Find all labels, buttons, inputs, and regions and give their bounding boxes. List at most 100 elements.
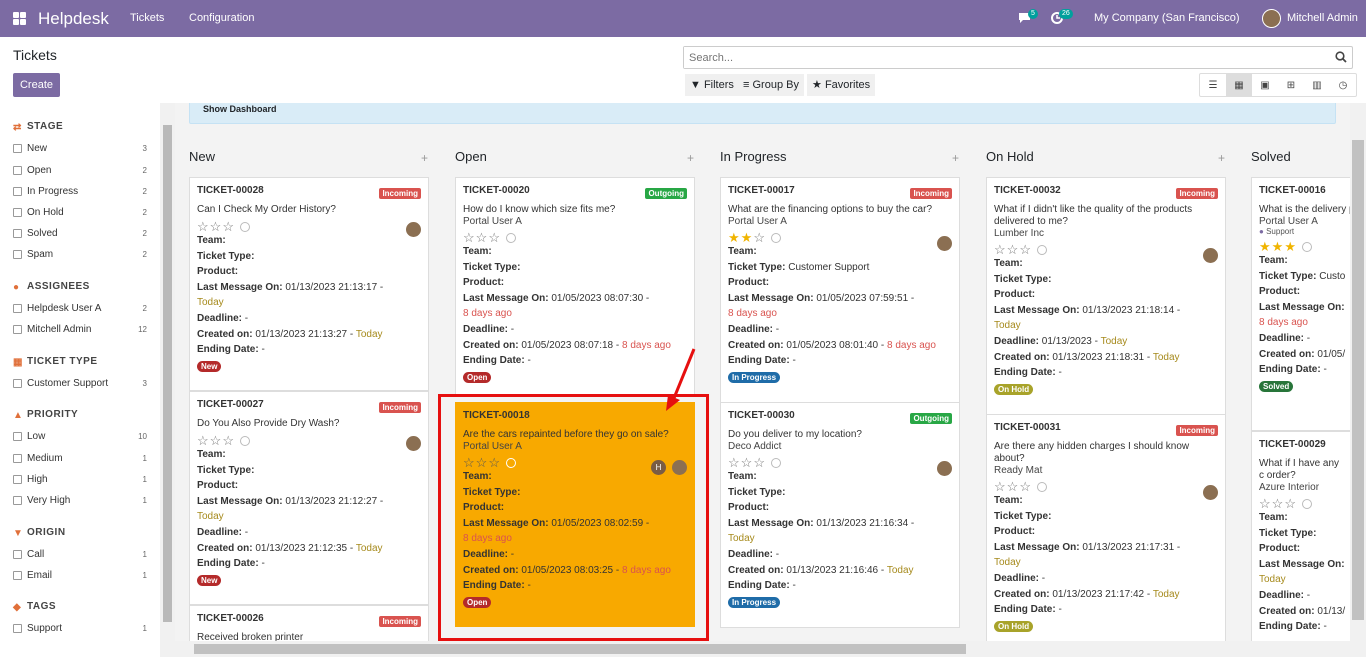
board-vertical-scroll-thumb[interactable] bbox=[1352, 140, 1364, 620]
column-title-new[interactable]: New bbox=[189, 149, 215, 164]
activity-clock-icon[interactable] bbox=[1301, 241, 1312, 252]
incoming-tag: Incoming bbox=[910, 188, 952, 199]
checkbox[interactable] bbox=[13, 571, 22, 580]
checkbox[interactable] bbox=[13, 496, 22, 505]
filter-origin-email[interactable]: Email 1 bbox=[13, 570, 150, 581]
add-card-plus-icon[interactable]: + bbox=[421, 151, 428, 165]
filter-type-customer-support[interactable]: Customer Support 3 bbox=[13, 378, 150, 389]
add-card-plus-icon[interactable]: + bbox=[687, 151, 694, 165]
annotation-arrow-icon bbox=[666, 348, 696, 411]
sidebar-scroll-thumb[interactable] bbox=[163, 125, 172, 622]
filter-stage-spam[interactable]: Spam 2 bbox=[13, 249, 150, 260]
priority-stars[interactable]: ★ ★ ★ bbox=[1259, 240, 1343, 253]
create-button[interactable]: Create bbox=[13, 73, 60, 97]
filter-tag-support[interactable]: Support 1 bbox=[13, 623, 150, 634]
column-title-on-hold[interactable]: On Hold bbox=[986, 149, 1034, 164]
ticket-card[interactable]: TICKET-00016 What is the delivery produc… bbox=[1251, 177, 1351, 431]
checkbox[interactable] bbox=[13, 454, 22, 463]
checkbox[interactable] bbox=[13, 250, 22, 259]
list-view-icon[interactable]: ☰ bbox=[1200, 74, 1226, 96]
filter-origin-call[interactable]: Call 1 bbox=[13, 549, 150, 560]
group-by-button[interactable]: ≡ Group By bbox=[738, 74, 804, 96]
ticket-card[interactable]: TICKET-00030 Outgoing Do you deliver to … bbox=[720, 402, 960, 628]
kanban-view-icon[interactable]: ▦ bbox=[1226, 74, 1252, 96]
search-input[interactable] bbox=[684, 47, 1324, 68]
filter-priority-low[interactable]: Low 10 bbox=[13, 431, 150, 442]
activity-clock-icon[interactable] bbox=[1036, 244, 1047, 255]
apps-menu-icon[interactable] bbox=[13, 12, 26, 25]
favorites-button[interactable]: ★ Favorites bbox=[807, 74, 876, 96]
filter-assignee-helpdesk-user-a[interactable]: Helpdesk User A2 bbox=[13, 303, 150, 314]
filters-button[interactable]: ▼ Filters bbox=[685, 74, 739, 96]
checkbox[interactable] bbox=[13, 550, 22, 559]
user-avatar[interactable] bbox=[1262, 9, 1281, 28]
checkbox[interactable] bbox=[13, 187, 22, 196]
priority-stars[interactable]: ☆ ☆ ☆ bbox=[728, 456, 952, 469]
priority-stars[interactable]: ☆ ☆ ☆ bbox=[463, 231, 687, 244]
priority-stars[interactable]: ☆ ☆ ☆ bbox=[197, 220, 421, 233]
assignee-avatar bbox=[937, 461, 952, 476]
search-bar bbox=[683, 46, 1353, 69]
checkbox[interactable] bbox=[13, 432, 22, 441]
menu-configuration[interactable]: Configuration bbox=[189, 12, 254, 24]
filter-stage-solved[interactable]: Solved 2 bbox=[13, 228, 150, 239]
show-dashboard-banner[interactable]: Show Dashboard bbox=[189, 103, 1336, 124]
checkbox[interactable] bbox=[13, 166, 22, 175]
checkbox[interactable] bbox=[13, 325, 22, 334]
menu-tickets[interactable]: Tickets bbox=[130, 12, 164, 24]
activity-view-icon[interactable]: ◷ bbox=[1330, 74, 1356, 96]
stage-badge: On Hold bbox=[994, 620, 1034, 632]
calendar-view-icon[interactable]: ▣ bbox=[1252, 74, 1278, 96]
priority-stars[interactable]: ★ ★ ☆ bbox=[728, 231, 952, 244]
checkbox[interactable] bbox=[13, 304, 22, 313]
customer-name: Lumber Inc bbox=[994, 228, 1045, 239]
priority-stars[interactable]: ☆ ☆ ☆ bbox=[994, 480, 1218, 493]
activity-clock-icon[interactable] bbox=[1036, 481, 1047, 492]
filter-priority-high[interactable]: High 1 bbox=[13, 474, 150, 485]
filter-assignee-mitchell-admin[interactable]: Mitchell Admin 12 bbox=[13, 324, 150, 335]
company-switcher[interactable]: My Company (San Francisco) bbox=[1094, 12, 1240, 24]
column-title-solved[interactable]: Solved bbox=[1251, 149, 1291, 164]
filter-priority-medium[interactable]: Medium 1 bbox=[13, 453, 150, 464]
user-menu[interactable]: Mitchell Admin bbox=[1287, 12, 1358, 24]
activity-clock-icon[interactable] bbox=[239, 221, 250, 232]
activity-clock-icon[interactable] bbox=[239, 435, 250, 446]
ticket-card[interactable]: TICKET-00027 Incoming Do You Also Provid… bbox=[189, 391, 429, 605]
graph-view-icon[interactable]: ▥ bbox=[1304, 74, 1330, 96]
filter-stage-in-progress[interactable]: In Progress 2 bbox=[13, 186, 150, 197]
activity-clock-icon[interactable] bbox=[1301, 498, 1312, 509]
ticket-card[interactable]: TICKET-00020 Outgoing How do I know whic… bbox=[455, 177, 695, 395]
filter-priority-very-high[interactable]: Very High 1 bbox=[13, 495, 150, 506]
ticket-card[interactable]: TICKET-00031 Incoming Are there any hidd… bbox=[986, 414, 1226, 644]
column-title-in-progress[interactable]: In Progress bbox=[720, 149, 786, 164]
checkbox[interactable] bbox=[13, 208, 22, 217]
checkbox[interactable] bbox=[13, 144, 22, 153]
priority-stars[interactable]: ☆ ☆ ☆ bbox=[994, 243, 1218, 256]
search-icon[interactable] bbox=[1335, 51, 1347, 63]
ticket-card[interactable]: TICKET-00029 What if I have any c order?… bbox=[1251, 431, 1351, 657]
add-card-plus-icon[interactable]: + bbox=[952, 151, 959, 165]
activity-clock-icon[interactable] bbox=[770, 457, 781, 468]
priority-stars[interactable]: ☆ ☆ ☆ bbox=[1259, 497, 1343, 510]
ticket-card[interactable]: TICKET-00032 Incoming What if I didn't l… bbox=[986, 177, 1226, 415]
add-card-plus-icon[interactable]: + bbox=[1218, 151, 1225, 165]
app-brand[interactable]: Helpdesk bbox=[38, 9, 109, 29]
filter-stage-open[interactable]: Open 2 bbox=[13, 165, 150, 176]
ticket-card[interactable]: TICKET-00017 Incoming What are the finan… bbox=[720, 177, 960, 403]
pivot-view-icon[interactable]: ⊞ bbox=[1278, 74, 1304, 96]
ticket-card[interactable]: TICKET-00028 Incoming Can I Check My Ord… bbox=[189, 177, 429, 391]
column-title-open[interactable]: Open bbox=[455, 149, 487, 164]
priority-stars[interactable]: ☆ ☆ ☆ bbox=[197, 434, 421, 447]
checkbox[interactable] bbox=[13, 229, 22, 238]
filter-stage-on-hold[interactable]: On Hold 2 bbox=[13, 207, 150, 218]
checkbox[interactable] bbox=[13, 475, 22, 484]
activity-clock-icon[interactable] bbox=[770, 232, 781, 243]
filter-stage-new[interactable]: New 3 bbox=[13, 143, 150, 154]
board-horizontal-scroll-thumb[interactable] bbox=[194, 644, 966, 654]
group-by-icon: ≡ bbox=[743, 79, 750, 91]
ticket-title: Can I Check My Order History? bbox=[197, 204, 336, 215]
activity-clock-icon[interactable] bbox=[505, 232, 516, 243]
checkbox[interactable] bbox=[13, 379, 22, 388]
checkbox[interactable] bbox=[13, 624, 22, 633]
kanban-board: Show Dashboard New + Open + In Progress … bbox=[175, 103, 1366, 657]
